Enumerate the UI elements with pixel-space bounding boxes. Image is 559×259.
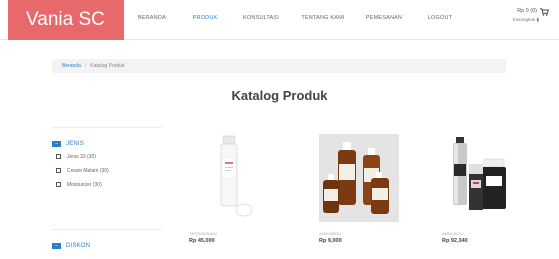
cart-widget[interactable]: Rp 0 (0) Kosongkan ▮	[479, 8, 549, 23]
minus-icon[interactable]: –	[52, 242, 61, 249]
minus-icon[interactable]: –	[52, 140, 61, 147]
filter-option-cream-malam[interactable]: Cream Malam (30)	[52, 165, 162, 176]
filter-diskon: – DISKON	[52, 229, 162, 250]
product-name[interactable]: ANNA BOLL	[442, 231, 522, 237]
filter-option-label[interactable]: Moisturizer (30)	[67, 182, 102, 188]
trash-icon[interactable]: ▮	[537, 17, 539, 22]
product-card[interactable]: ANNA BOLL Rp 92,340	[442, 134, 522, 244]
product-image[interactable]	[319, 134, 399, 222]
product-price: Rp 45,000	[189, 238, 215, 244]
filter-divider	[52, 229, 162, 230]
filter-option-moisturizer[interactable]: Moisturizer (30)	[52, 179, 162, 190]
breadcrumb: Beranda / Katalog Produk	[52, 59, 506, 73]
main-nav: BERANDA PRODUK KONSULTASI TENTANG KAMI P…	[124, 0, 466, 40]
checkbox[interactable]	[56, 154, 61, 159]
checkbox[interactable]	[56, 168, 61, 173]
product-name[interactable]: JAMUSERU	[319, 231, 399, 237]
product-image[interactable]	[189, 134, 269, 222]
cart-empty-link[interactable]: Kosongkan ▮	[479, 17, 549, 23]
filter-diskon-header[interactable]: – DISKON	[52, 241, 162, 250]
cart-icon[interactable]	[540, 8, 549, 16]
top-navbar: Vania SC BERANDA PRODUK KONSULTASI TENTA…	[0, 0, 559, 40]
nav-item-pemesanan[interactable]: PEMESANAN	[354, 0, 414, 40]
product-card[interactable]: JAMUSERU Rp 9,000	[319, 134, 399, 244]
checkbox[interactable]	[56, 182, 61, 187]
nav-item-logout[interactable]: LOGOUT	[414, 0, 466, 40]
filter-jenis-title[interactable]: JENIS	[66, 141, 84, 147]
nav-item-konsultasi[interactable]: KONSULTASI	[230, 0, 292, 40]
breadcrumb-home[interactable]: Beranda	[62, 63, 81, 69]
filter-divider	[52, 127, 162, 128]
page-title: Katalog Produk	[231, 88, 328, 103]
brand-logo[interactable]: Vania SC	[8, 0, 124, 40]
nav-item-beranda[interactable]: BERANDA	[124, 0, 180, 40]
product-image[interactable]	[442, 134, 522, 222]
product-name[interactable]: TESTIMUNIUM	[189, 231, 269, 237]
product-price: Rp 9,000	[319, 238, 342, 244]
filter-option-label[interactable]: Jenis 33 (30)	[67, 154, 96, 160]
filter-option-jenis-33[interactable]: Jenis 33 (30)	[52, 151, 162, 162]
filter-jenis: – JENIS Jenis 33 (30) Cream Malam (30) M…	[52, 127, 162, 190]
nav-item-tentang-kami[interactable]: TENTANG KAMI	[292, 0, 354, 40]
cart-status-label[interactable]: Kosongkan	[513, 17, 536, 22]
filter-diskon-title[interactable]: DISKON	[66, 243, 90, 249]
filter-option-label[interactable]: Cream Malam (30)	[67, 168, 109, 174]
breadcrumb-separator: /	[84, 63, 87, 69]
breadcrumb-current: Katalog Produk	[90, 63, 125, 69]
nav-item-produk[interactable]: PRODUK	[180, 0, 230, 40]
product-price: Rp 92,340	[442, 238, 468, 244]
product-card[interactable]: TESTIMUNIUM Rp 45,000	[189, 134, 269, 244]
filter-jenis-header[interactable]: – JENIS	[52, 139, 162, 148]
cart-total[interactable]: Rp 0 (0)	[479, 8, 549, 14]
